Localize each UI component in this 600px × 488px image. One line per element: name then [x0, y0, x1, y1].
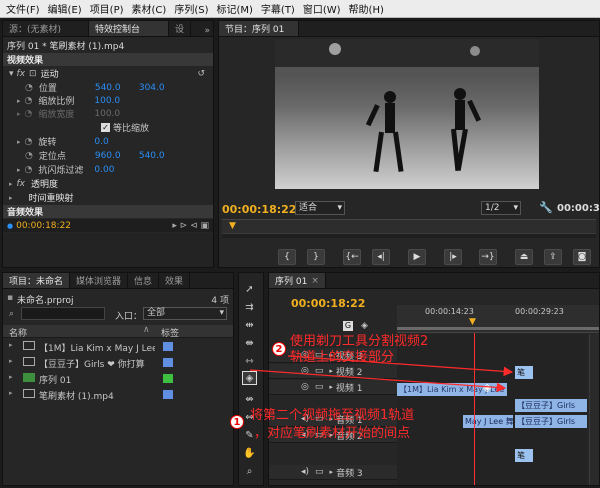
step-2-badge: 2 [272, 342, 286, 356]
annotation-step-1-line-1: 将第二个视频拖至视频1轨道 [250, 408, 415, 423]
annotation-step-2-line-2: 轨道上的交接部分 [290, 350, 395, 365]
step-1-badge: 1 [230, 415, 244, 429]
annotation-step-1-line-2: ，对应笔刷素材开始的间点 [254, 426, 411, 441]
arrow-to-video-1 [249, 369, 507, 393]
